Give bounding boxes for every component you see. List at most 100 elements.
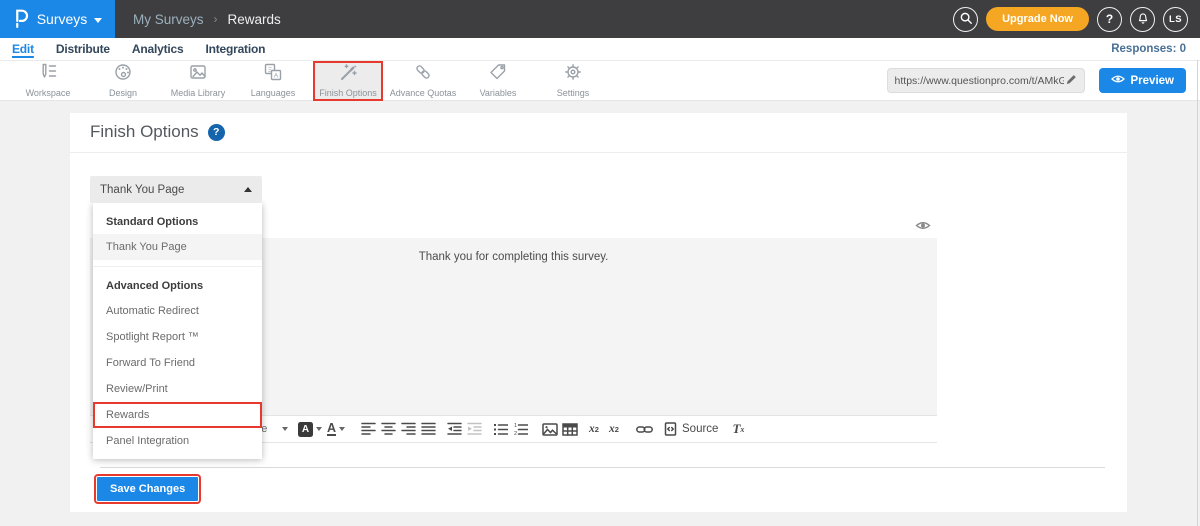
dropdown-item-rewards[interactable]: Rewards xyxy=(93,402,262,428)
numbered-list-button[interactable]: 1 2 xyxy=(510,419,530,440)
justify-button[interactable] xyxy=(418,419,438,440)
bell-icon xyxy=(1136,11,1150,28)
edit-pencil-icon[interactable] xyxy=(1064,72,1077,90)
dropdown-item-forward-to-friend[interactable]: Forward To Friend xyxy=(93,350,262,376)
avatar[interactable]: LS xyxy=(1163,7,1188,32)
notifications-button[interactable] xyxy=(1130,7,1155,32)
search-icon xyxy=(959,11,973,28)
thank-you-message: Thank you for completing this survey. xyxy=(419,251,609,263)
upgrade-now-button[interactable]: Upgrade Now xyxy=(986,7,1089,31)
ribbon-item-label: Design xyxy=(109,88,137,98)
dropdown-item-panel-integration[interactable]: Panel Integration xyxy=(93,428,262,454)
title-help-icon[interactable]: ? xyxy=(208,124,225,141)
bulleted-list-button[interactable] xyxy=(490,419,510,440)
insert-image-button[interactable] xyxy=(540,419,560,440)
gear-icon xyxy=(563,63,583,86)
topbar: Surveys My Surveys › Rewards Upgrade Now… xyxy=(0,0,1200,38)
save-divider xyxy=(100,467,1105,468)
translate-icon: Ξ A xyxy=(263,63,283,86)
align-right-button[interactable] xyxy=(398,419,418,440)
ribbon-item-variables[interactable]: Variables xyxy=(465,63,531,99)
survey-url-input[interactable] xyxy=(895,75,1064,87)
tab-analytics[interactable]: Analytics xyxy=(132,42,184,56)
ribbon-item-languages[interactable]: Ξ A Languages xyxy=(240,63,306,99)
breadcrumb-current: Rewards xyxy=(228,12,281,27)
svg-text:A: A xyxy=(274,73,279,80)
scrollbar-edge xyxy=(1197,60,1198,526)
help-button[interactable]: ? xyxy=(1097,7,1122,32)
survey-url-box xyxy=(887,68,1085,93)
chevron-down-icon xyxy=(94,18,102,23)
magic-wand-icon xyxy=(338,63,358,86)
breadcrumb: My Surveys › Rewards xyxy=(133,12,281,27)
topbar-actions: Upgrade Now ? LS xyxy=(953,7,1188,32)
source-button[interactable]: Source xyxy=(664,419,718,440)
dropdown-item-automatic-redirect[interactable]: Automatic Redirect xyxy=(93,298,262,324)
ribbon-item-label: Advance Quotas xyxy=(390,88,457,98)
chain-links-icon xyxy=(413,63,433,86)
dropdown-group-header: Standard Options xyxy=(93,203,262,234)
tab-edit[interactable]: Edit xyxy=(12,42,34,56)
product-switcher[interactable]: Surveys xyxy=(0,0,115,38)
preview-label: Preview xyxy=(1131,75,1174,87)
title-divider xyxy=(70,152,1127,153)
chevron-up-icon xyxy=(244,187,252,192)
workspace-icon xyxy=(38,63,58,86)
save-changes-button[interactable]: Save Changes xyxy=(97,477,198,501)
link-button[interactable] xyxy=(634,419,654,440)
svg-text:1: 1 xyxy=(514,423,517,429)
page-title: Finish Options xyxy=(90,122,199,142)
svg-text:2: 2 xyxy=(514,431,517,436)
editor-preview-button[interactable] xyxy=(915,219,931,234)
ribbon-item-advance-quotas[interactable]: Advance Quotas xyxy=(390,63,456,99)
ribbon-item-label: Finish Options xyxy=(319,88,377,98)
tab-integration[interactable]: Integration xyxy=(205,42,265,56)
decrease-indent-button[interactable] xyxy=(444,419,464,440)
finish-options-card: Finish Options ? Thank you for completin… xyxy=(70,113,1127,512)
chevron-down-icon xyxy=(282,427,288,431)
ribbon-item-label: Media Library xyxy=(171,88,226,98)
breadcrumb-separator: › xyxy=(214,12,218,26)
ribbon-item-label: Variables xyxy=(480,88,517,98)
increase-indent-button[interactable] xyxy=(464,419,484,440)
ribbon-item-settings[interactable]: Settings xyxy=(540,63,606,99)
ribbon-item-label: Workspace xyxy=(26,88,71,98)
align-center-button[interactable] xyxy=(378,419,398,440)
ribbon-item-media-library[interactable]: Media Library xyxy=(165,63,231,99)
responses-count[interactable]: Responses: 0 xyxy=(1111,43,1186,55)
edit-ribbon: Workspace Design Media Library xyxy=(0,61,1200,101)
breadcrumb-my-surveys[interactable]: My Surveys xyxy=(133,12,204,27)
align-left-button[interactable] xyxy=(358,419,378,440)
background-color-button[interactable]: A xyxy=(298,419,322,440)
main-content: Finish Options ? Thank you for completin… xyxy=(0,101,1200,526)
palette-icon xyxy=(113,63,133,86)
finish-type-dropdown: Standard Options Thank You Page Advanced… xyxy=(93,203,262,459)
search-button[interactable] xyxy=(953,7,978,32)
ribbon-item-finish-options[interactable]: Finish Options xyxy=(315,63,381,99)
ribbon-item-workspace[interactable]: Workspace xyxy=(15,63,81,99)
text-color-button[interactable]: A xyxy=(326,419,346,440)
eye-icon xyxy=(1111,74,1125,87)
finish-type-select[interactable]: Thank You Page xyxy=(90,176,262,203)
textcolor-a: A xyxy=(327,422,336,437)
dropdown-group-header: Advanced Options xyxy=(93,267,262,298)
chevron-down-icon xyxy=(316,427,322,431)
survey-nav: Edit Distribute Analytics Integration Re… xyxy=(0,38,1200,61)
dropdown-item-thank-you-page[interactable]: Thank You Page xyxy=(93,234,262,260)
finish-type-value: Thank You Page xyxy=(100,184,184,196)
superscript-button[interactable]: x2 xyxy=(604,419,624,440)
questionpro-logo-icon xyxy=(13,7,30,31)
bgcolor-chip: A xyxy=(298,422,313,437)
dropdown-item-review-print[interactable]: Review/Print xyxy=(93,376,262,402)
ribbon-item-label: Settings xyxy=(557,88,590,98)
remove-format-button[interactable]: Tx xyxy=(728,419,748,440)
product-label: Surveys xyxy=(37,11,88,27)
subscript-button[interactable]: x2 xyxy=(584,419,604,440)
ribbon-item-label: Languages xyxy=(251,88,296,98)
ribbon-item-design[interactable]: Design xyxy=(90,63,156,99)
preview-button[interactable]: Preview xyxy=(1099,68,1186,93)
insert-table-button[interactable] xyxy=(560,419,580,440)
tab-distribute[interactable]: Distribute xyxy=(56,42,110,56)
tag-icon xyxy=(488,63,508,86)
dropdown-item-spotlight-report[interactable]: Spotlight Report ™ xyxy=(93,324,262,350)
